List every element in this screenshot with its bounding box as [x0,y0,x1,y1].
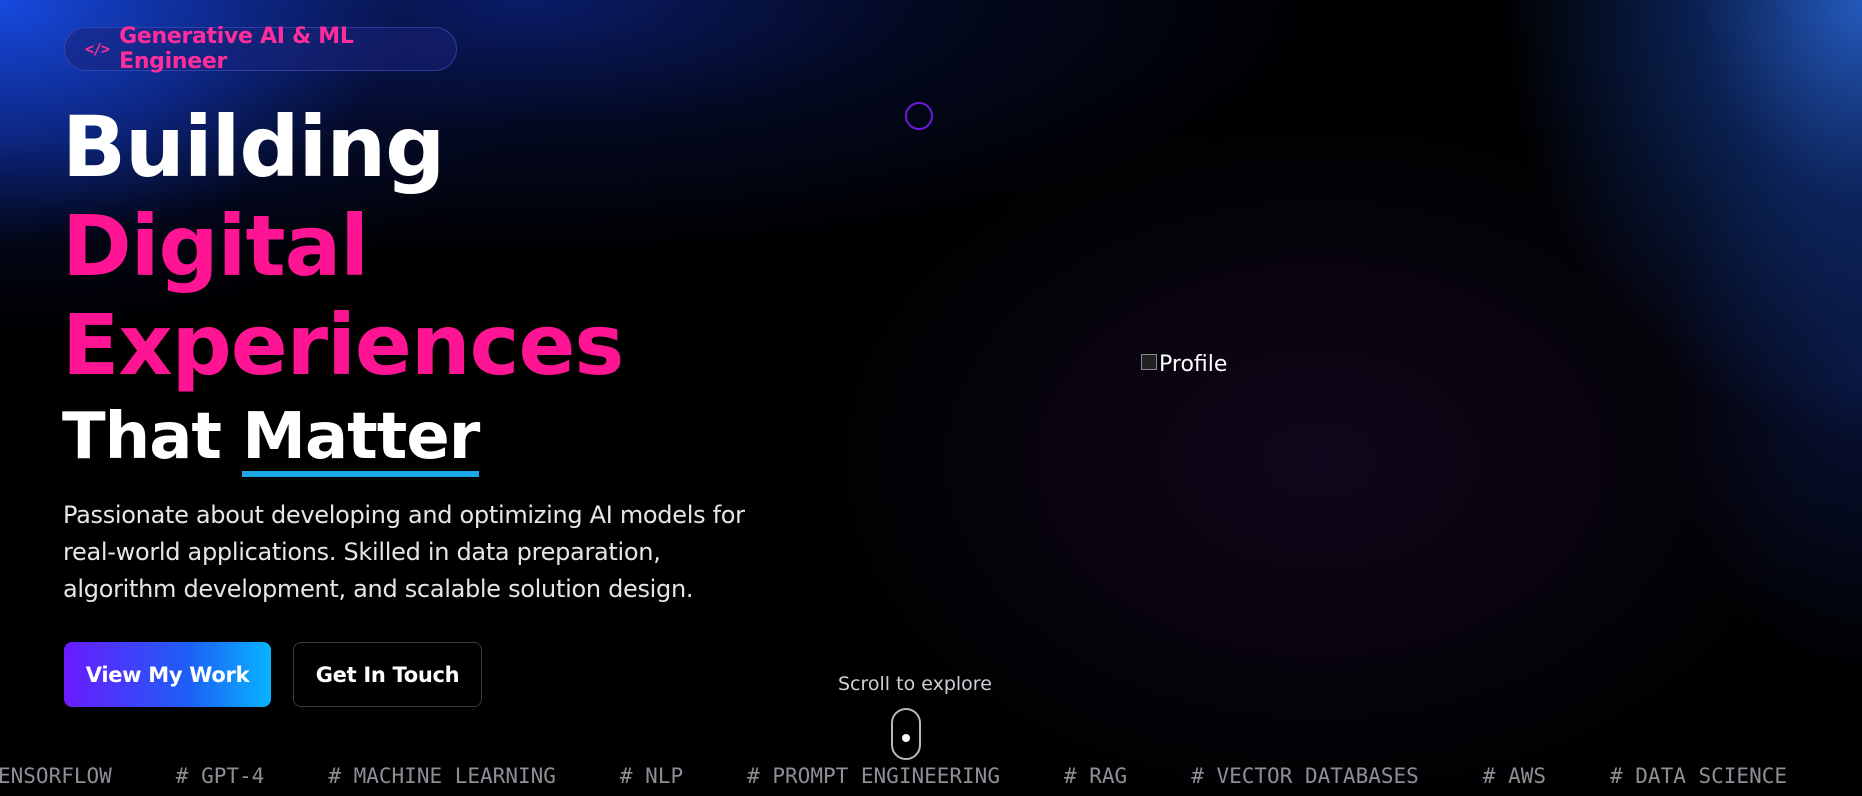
get-in-touch-button[interactable]: Get In Touch [293,642,482,707]
ticker-tag: # GPT-4 [175,764,265,788]
ticker-track: ENSORFLOW # GPT-4 # MACHINE LEARNING # N… [0,764,1851,788]
headline-underline-bar [242,471,480,477]
scroll-dot [902,734,910,742]
profile-alt-text: Profile [1159,352,1228,377]
ticker-tag: # NLP [619,764,684,788]
ticker-tag: # PROMPT ENGINEERING [747,764,1000,788]
ticker-tag: # VECTOR DATABASES [1191,764,1419,788]
headline-underlined-word: Matter [242,400,480,477]
headline-underlined-text: Matter [242,400,480,474]
scroll-hint: Scroll to explore [838,673,992,695]
cursor-ring [905,102,933,130]
hero-description: Passionate about developing and optimizi… [63,501,745,603]
ticker-tag: ENSORFLOW [0,764,112,788]
skills-ticker: ENSORFLOW # GPT-4 # MACHINE LEARNING # N… [0,764,1862,794]
hero-headline: Building Digital Experiences That Matter [62,98,624,477]
headline-line-4-prefix: That [62,400,243,474]
headline-line-4: That Matter [62,400,623,477]
role-badge-label: Generative AI & ML Engineer [119,24,354,74]
headline-line-1: Building [62,98,445,196]
broken-image-icon [1141,354,1157,370]
ticker-tag: # DATA SCIENCE [1610,764,1788,788]
headline-line-2: Digital [62,197,369,295]
role-badge: </> Generative AI & ML Engineer [64,24,457,74]
ticker-tag: # AWS [1482,764,1546,788]
ticker-tag: # MACHINE LEARNING [328,764,556,788]
view-my-work-button[interactable]: View My Work [64,642,271,707]
scroll-mouse-icon[interactable] [891,708,921,760]
profile-image: Profile [1141,352,1227,377]
ticker-tag: # RAG [1063,764,1128,788]
headline-line-3: Experiences [62,296,624,394]
code-icon: </> [85,40,110,58]
